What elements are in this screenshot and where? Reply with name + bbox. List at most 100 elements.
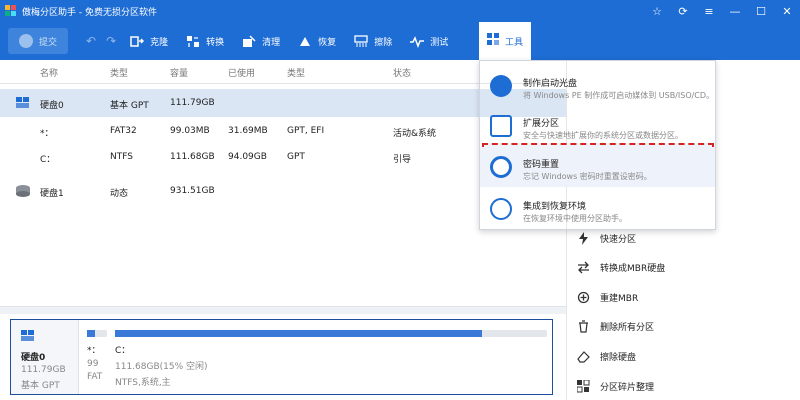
star-icon[interactable]: ☆ <box>644 0 670 22</box>
row-capacity: 99.03MB <box>170 126 210 136</box>
convert-icon <box>186 35 200 48</box>
check-icon <box>18 34 33 48</box>
side-item-rebuild-mbr[interactable]: 重建MBR <box>577 291 638 304</box>
disk-map-type: 基本 GPT <box>21 381 60 391</box>
partition-name: *： <box>87 346 101 356</box>
menu-item-bootable-media[interactable]: 制作启动光盘 将 Windows PE 制作成可启动媒体到 USB/ISO/CD… <box>480 66 715 106</box>
partition-bar <box>87 330 107 337</box>
tools-icon <box>486 33 500 49</box>
disk-map[interactable]: 硬盘0 111.79GB 基本 GPT *： 99 FAT C： 111.68G… <box>10 319 553 395</box>
disk-map-partition-efi[interactable]: *： 99 FAT <box>87 330 107 382</box>
menu-item-title: 集成到恢复环境 <box>523 202 587 212</box>
menu-item-desc: 安全与快速地扩展你的系统分区或数据分区。 <box>523 131 683 140</box>
menu-item-desc: 在恢复环境中使用分区助手。 <box>523 214 627 223</box>
cleanup-label: 清理 <box>262 37 281 48</box>
column-header-name[interactable]: 名称 <box>40 66 58 79</box>
cleanup-button[interactable]: 清理 <box>242 34 281 48</box>
column-header-fs[interactable]: 类型 <box>287 66 305 79</box>
menu-item-password-reset[interactable]: 密码重置 忘记 Windows 密码时重置设密码。 <box>480 147 715 187</box>
submit-label: 提交 <box>38 37 57 48</box>
convert-label: 转换 <box>206 37 225 48</box>
lightning-icon <box>577 232 590 245</box>
disk-map-disk[interactable]: 硬盘0 111.79GB 基本 GPT <box>11 320 79 394</box>
column-header-status[interactable]: 状态 <box>393 66 411 79</box>
app-logo-icon <box>5 5 17 17</box>
row-type: FAT32 <box>110 126 137 136</box>
row-fs: GPT <box>287 152 305 162</box>
side-item-delete-all[interactable]: 删除所有分区 <box>577 320 654 333</box>
clone-icon <box>130 35 145 48</box>
row-capacity: 111.79GB <box>170 98 215 108</box>
row-capacity: 931.51GB <box>170 186 215 196</box>
menu-item-title: 扩展分区 <box>523 119 560 129</box>
pane-splitter[interactable] <box>0 306 566 314</box>
row-used: 31.69MB <box>228 126 268 136</box>
maximize-icon[interactable]: ☐ <box>748 0 774 22</box>
menu-item-extend-partition[interactable]: 扩展分区 安全与快速地扩展你的系统分区或数据分区。 <box>480 106 715 146</box>
recover-icon <box>298 35 312 48</box>
side-item-label: 转换成MBR硬盘 <box>600 264 666 274</box>
disk-map-size: 111.79GB <box>21 365 66 375</box>
convert-button[interactable]: 转换 <box>186 35 224 48</box>
wipe-button[interactable]: 擦除 <box>354 34 393 48</box>
tools-dropdown: 制作启动光盘 将 Windows PE 制作成可启动媒体到 USB/ISO/CD… <box>479 60 716 230</box>
side-item-convert-mbr[interactable]: 转换成MBR硬盘 <box>577 261 665 274</box>
partition-size: 99 <box>87 359 99 369</box>
test-icon <box>410 35 425 48</box>
column-header-type[interactable]: 类型 <box>110 66 128 79</box>
row-type: 基本 GPT <box>110 101 149 111</box>
column-header-capacity[interactable]: 容量 <box>170 66 188 79</box>
window-controls: ☆ ⟳ ≡ — ☐ ✕ <box>644 0 800 22</box>
column-header-used[interactable]: 已使用 <box>228 66 255 79</box>
menu-icon[interactable]: ≡ <box>696 0 722 22</box>
side-item-label: 分区碎片整理 <box>600 383 655 393</box>
side-item-quick-partition[interactable]: 快速分区 <box>577 232 636 245</box>
tools-label: 工具 <box>504 37 523 48</box>
refresh-icon[interactable]: ⟳ <box>670 0 696 22</box>
row-name: *： <box>40 129 54 139</box>
test-label: 测试 <box>430 37 449 48</box>
window-title: 傲梅分区助手 - 免费无损分区软件 <box>22 7 157 18</box>
wipe-icon <box>354 34 368 48</box>
recover-label: 恢复 <box>318 37 337 48</box>
menu-item-desc: 忘记 Windows 密码时重置设密码。 <box>523 172 652 181</box>
convert-mbr-icon <box>577 261 590 274</box>
row-name: C： <box>40 155 56 165</box>
test-button[interactable]: 测试 <box>410 35 448 48</box>
menu-item-title: 密码重置 <box>523 160 560 170</box>
menu-item-title: 制作启动光盘 <box>523 79 578 89</box>
disk-icon <box>16 97 31 109</box>
extend-partition-icon <box>490 115 512 137</box>
side-item-label: 删除所有分区 <box>600 323 655 333</box>
tools-tab[interactable]: 工具 <box>479 22 531 60</box>
row-type: NTFS <box>110 152 133 162</box>
cleanup-icon <box>242 34 256 48</box>
recover-button[interactable]: 恢复 <box>298 35 336 48</box>
menu-item-desc: 将 Windows PE 制作成可启动媒体到 USB/ISO/CD。 <box>523 91 715 100</box>
submit-button[interactable]: 提交 <box>8 28 68 54</box>
side-item-defrag[interactable]: 分区碎片整理 <box>576 379 655 393</box>
partition-fs: FAT <box>87 372 103 382</box>
redo-icon[interactable]: ↷ <box>106 34 116 48</box>
minimize-icon[interactable]: — <box>722 0 748 22</box>
row-fs: GPT, EFI <box>287 126 325 136</box>
row-status: 引导 <box>393 155 412 165</box>
partition-fs: NTFS,系统,主 <box>115 378 171 388</box>
disk-icon <box>21 330 36 345</box>
side-item-wipe-disk[interactable]: 擦除硬盘 <box>577 350 636 363</box>
title-bar: 傲梅分区助手 - 免费无损分区软件 ☆ ⟳ ≡ — ☐ ✕ <box>0 0 800 22</box>
rebuild-mbr-icon <box>577 291 590 304</box>
toolbar: 提交 ↶ ↷ 克隆 转换 清理 恢复 擦除 测试 工具 <box>0 22 800 60</box>
clone-label: 克隆 <box>150 37 169 48</box>
side-item-label: 重建MBR <box>600 294 639 304</box>
wipe-label: 擦除 <box>374 37 393 48</box>
disk-map-partition-c[interactable]: C： 111.68GB(15% 空闲) NTFS,系统,主 <box>115 330 547 388</box>
row-name: 硬盘0 <box>40 101 64 111</box>
row-name: 硬盘1 <box>40 189 64 199</box>
close-icon[interactable]: ✕ <box>774 0 800 22</box>
row-used: 94.09GB <box>228 152 267 162</box>
menu-item-recovery-env[interactable]: 集成到恢复环境 在恢复环境中使用分区助手。 <box>480 189 715 229</box>
clone-button[interactable]: 克隆 <box>130 35 168 48</box>
undo-icon[interactable]: ↶ <box>86 34 96 48</box>
disk-map-name: 硬盘0 <box>21 353 46 363</box>
